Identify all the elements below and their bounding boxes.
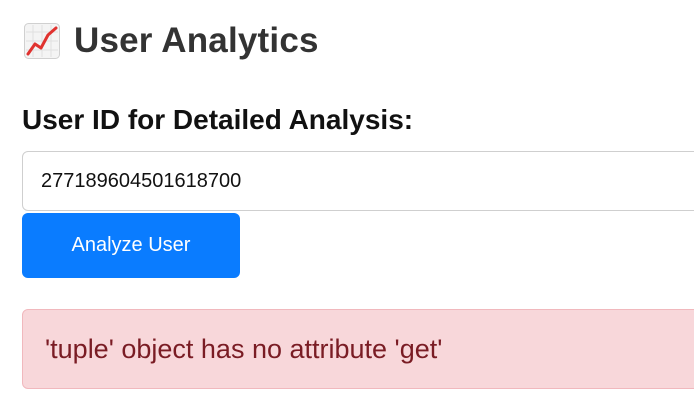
analyze-user-button[interactable]: Analyze User [22,213,240,278]
user-id-input[interactable] [22,151,694,211]
chart-increasing-icon [24,23,60,59]
user-analytics-page: User Analytics User ID for Detailed Anal… [0,0,694,418]
page-title: User Analytics [74,21,319,60]
error-alert: 'tuple' object has no attribute 'get' [22,309,694,389]
error-message: 'tuple' object has no attribute 'get' [45,333,443,364]
user-id-label: User ID for Detailed Analysis: [22,104,414,135]
page-header: User Analytics [24,16,319,66]
